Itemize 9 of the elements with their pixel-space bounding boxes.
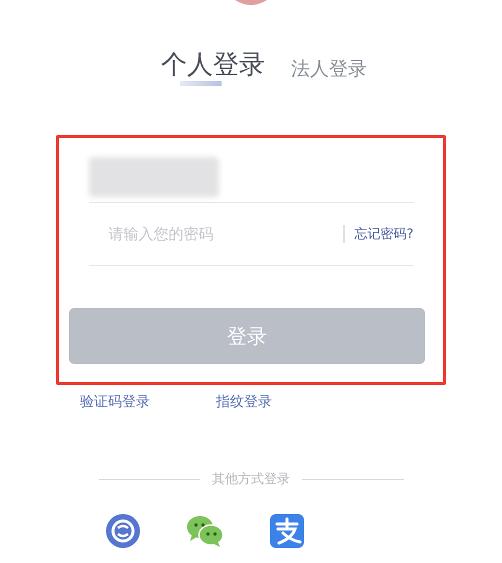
login-tab[interactable]: 法人登录 [291, 56, 367, 86]
payment-icon[interactable] [270, 514, 304, 548]
forgot-password-link[interactable]: 忘记密码? [354, 225, 414, 243]
alt-login-link[interactable]: 验证码登录 [80, 393, 150, 411]
divider-label: 其他方式登录 [212, 471, 290, 488]
badge-icon[interactable] [106, 514, 140, 548]
alt-login-link[interactable]: 指纹登录 [216, 393, 272, 411]
password-field[interactable]: 请输入您的密码 [88, 225, 343, 243]
chat-bubbles-icon[interactable] [186, 514, 224, 548]
